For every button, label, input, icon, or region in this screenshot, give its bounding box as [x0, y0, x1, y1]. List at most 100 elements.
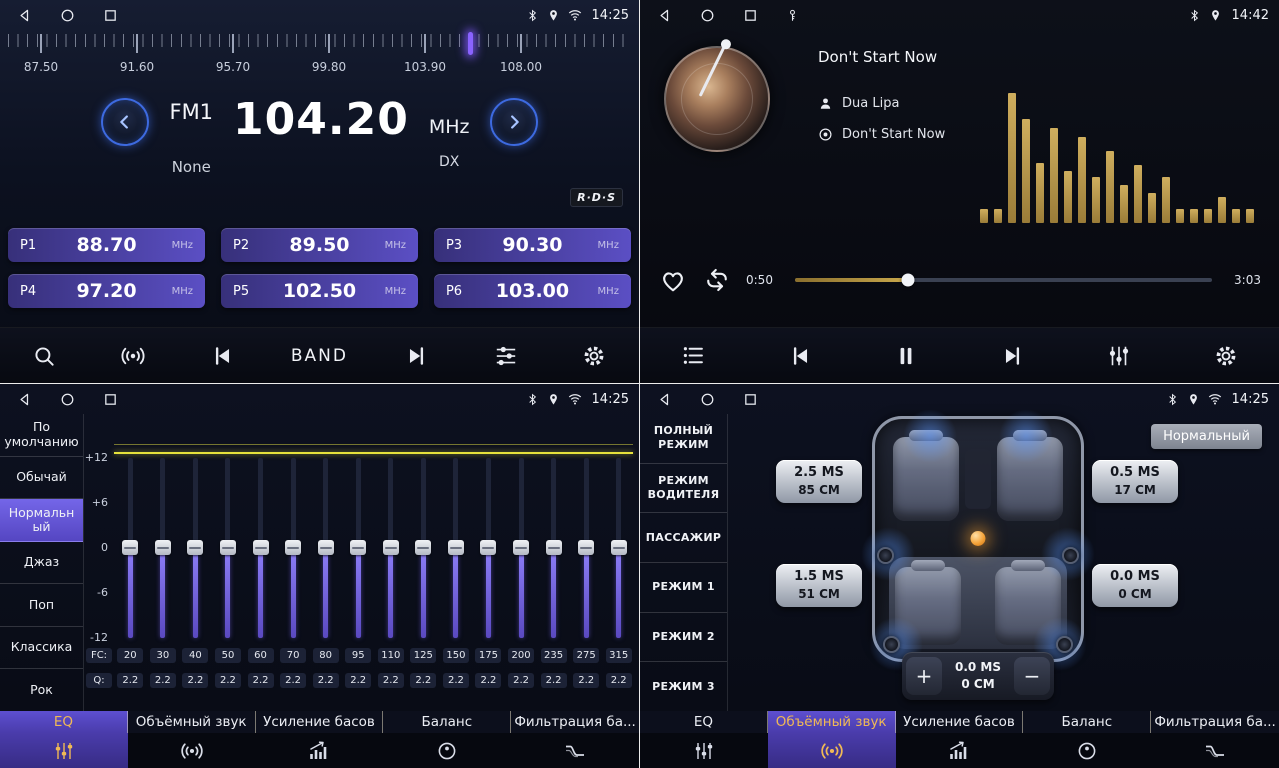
- next-icon[interactable]: [397, 343, 437, 369]
- eq-band-slider[interactable]: [179, 458, 212, 638]
- tab-bass-boost[interactable]: Усиление басов: [896, 711, 1024, 768]
- repeat-icon[interactable]: [702, 265, 732, 295]
- eq-slider-knob[interactable]: [448, 540, 464, 555]
- next-track-icon[interactable]: [993, 343, 1033, 369]
- eq-slider-knob[interactable]: [415, 540, 431, 555]
- eq-band-slider[interactable]: [537, 458, 570, 638]
- band-button[interactable]: BAND: [291, 346, 348, 366]
- tab-eq[interactable]: EQ: [0, 711, 128, 768]
- sound-preset-badge[interactable]: Нормальный: [1151, 424, 1262, 449]
- tab-balance[interactable]: Баланс: [1023, 711, 1151, 768]
- eq-preset-item[interactable]: Поп: [0, 584, 83, 627]
- eq-preset-item[interactable]: Классика: [0, 627, 83, 670]
- eq-slider-knob[interactable]: [611, 540, 627, 555]
- eq-band-slider[interactable]: [375, 458, 408, 638]
- tab-filter[interactable]: Фильтрация ба...: [511, 711, 639, 768]
- nav-recents-icon[interactable]: [742, 391, 759, 408]
- nav-recents-icon[interactable]: [102, 7, 119, 24]
- eq-band-slider[interactable]: [342, 458, 375, 638]
- tune-sliders-icon[interactable]: [486, 343, 526, 369]
- wifi-icon: [567, 7, 583, 23]
- preset-button[interactable]: P4 97.20 MHz: [8, 274, 205, 308]
- tab-eq[interactable]: EQ: [640, 711, 768, 768]
- eq-preset-item[interactable]: По умолчанию: [0, 414, 83, 457]
- delay-increase-button[interactable]: +: [906, 657, 942, 695]
- tab-bass-boost[interactable]: Усиление басов: [256, 711, 384, 768]
- listening-mode-item[interactable]: РЕЖИМ 1: [640, 563, 727, 613]
- settings-gear-icon[interactable]: [1206, 343, 1246, 369]
- eq-band-slider[interactable]: [114, 458, 147, 638]
- listening-mode-item[interactable]: РЕЖИМ 3: [640, 662, 727, 711]
- tune-up-button[interactable]: [490, 98, 538, 146]
- tab-balance[interactable]: Баланс: [383, 711, 511, 768]
- tune-down-button[interactable]: [101, 98, 149, 146]
- progress-knob[interactable]: [901, 274, 914, 287]
- settings-gear-icon[interactable]: [574, 343, 614, 369]
- eq-slider-knob[interactable]: [383, 540, 399, 555]
- listening-mode-item[interactable]: ПАССАЖИР: [640, 513, 727, 563]
- eq-band-slider[interactable]: [440, 458, 473, 638]
- nav-back-icon[interactable]: [656, 7, 673, 24]
- tab-surround[interactable]: Объёмный звук: [128, 711, 256, 768]
- eq-band-slider[interactable]: [505, 458, 538, 638]
- eq-preset-item[interactable]: Обычай: [0, 457, 83, 500]
- nav-recents-icon[interactable]: [742, 7, 759, 24]
- eq-slider-knob[interactable]: [578, 540, 594, 555]
- nav-home-icon[interactable]: [699, 7, 716, 24]
- band-q-factor: 2.2: [475, 673, 501, 688]
- eq-slider-knob[interactable]: [480, 540, 496, 555]
- preset-button[interactable]: P1 88.70 MHz: [8, 228, 205, 262]
- previous-icon[interactable]: [202, 343, 242, 369]
- eq-slider-knob[interactable]: [318, 540, 334, 555]
- eq-preset-item[interactable]: Рок: [0, 669, 83, 711]
- broadcast-icon[interactable]: [113, 342, 153, 370]
- eq-slider-knob[interactable]: [285, 540, 301, 555]
- listening-mode-item[interactable]: ПОЛНЫЙ РЕЖИМ: [640, 414, 727, 464]
- nav-back-icon[interactable]: [16, 7, 33, 24]
- nav-recents-icon[interactable]: [102, 391, 119, 408]
- nav-back-icon[interactable]: [16, 391, 33, 408]
- eq-slider-knob[interactable]: [122, 540, 138, 555]
- preset-button[interactable]: P5 102.50 MHz: [221, 274, 418, 308]
- eq-band-slider[interactable]: [277, 458, 310, 638]
- eq-band-slider[interactable]: [212, 458, 245, 638]
- eq-band-slider[interactable]: [244, 458, 277, 638]
- eq-slider-knob[interactable]: [546, 540, 562, 555]
- eq-band-slider[interactable]: [407, 458, 440, 638]
- pause-icon[interactable]: [886, 343, 926, 369]
- nav-home-icon[interactable]: [59, 391, 76, 408]
- nav-home-icon[interactable]: [699, 391, 716, 408]
- eq-band-slider[interactable]: [309, 458, 342, 638]
- scan-icon[interactable]: [24, 343, 64, 369]
- eq-slider-knob[interactable]: [350, 540, 366, 555]
- delay-decrease-button[interactable]: −: [1014, 657, 1050, 695]
- nav-home-icon[interactable]: [59, 7, 76, 24]
- playlist-icon[interactable]: [673, 342, 713, 369]
- eq-slider-knob[interactable]: [220, 540, 236, 555]
- preset-button[interactable]: P6 103.00 MHz: [434, 274, 631, 308]
- eq-sliders-icon[interactable]: [1099, 343, 1139, 369]
- favorite-heart-icon[interactable]: [658, 265, 688, 295]
- nav-back-icon[interactable]: [656, 391, 673, 408]
- eq-band: 70 2.2: [277, 458, 310, 688]
- listening-mode-item[interactable]: РЕЖИМ ВОДИТЕЛЯ: [640, 464, 727, 514]
- progress-slider[interactable]: [795, 278, 1212, 282]
- eq-slider-knob[interactable]: [155, 540, 171, 555]
- eq-slider-knob[interactable]: [513, 540, 529, 555]
- eq-preset-item[interactable]: Нормальный: [0, 499, 83, 542]
- preset-button[interactable]: P3 90.30 MHz: [434, 228, 631, 262]
- eq-band-slider[interactable]: [147, 458, 180, 638]
- eq-preset-item[interactable]: Джаз: [0, 542, 83, 585]
- album-art[interactable]: [664, 46, 770, 152]
- listening-mode-item[interactable]: РЕЖИМ 2: [640, 613, 727, 663]
- tab-surround[interactable]: Объёмный звук: [768, 711, 896, 768]
- eq-band-slider[interactable]: [472, 458, 505, 638]
- previous-track-icon[interactable]: [780, 343, 820, 369]
- eq-band-slider[interactable]: [602, 458, 635, 638]
- preset-button[interactable]: P2 89.50 MHz: [221, 228, 418, 262]
- eq-slider-knob[interactable]: [187, 540, 203, 555]
- listening-position-ball[interactable]: [971, 531, 986, 546]
- eq-band-slider[interactable]: [570, 458, 603, 638]
- eq-slider-knob[interactable]: [253, 540, 269, 555]
- tab-filter[interactable]: Фильтрация ба...: [1151, 711, 1279, 768]
